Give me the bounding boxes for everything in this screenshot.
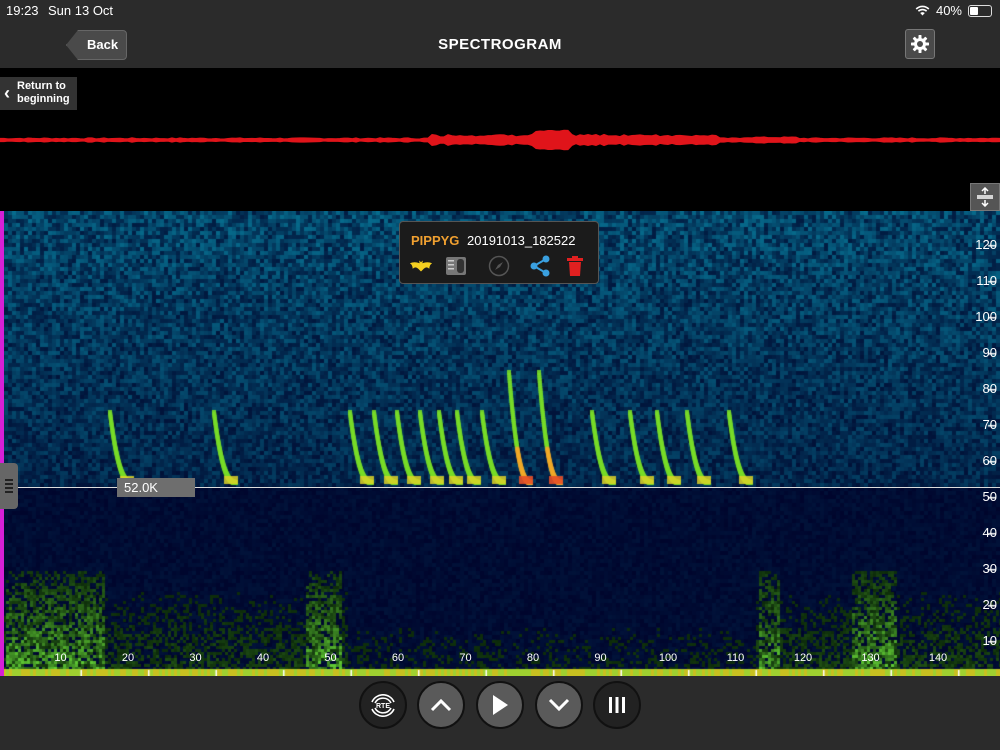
frequency-tick-label: 110: [976, 273, 997, 288]
waveform-trace: [0, 129, 1000, 151]
species-code: PIPPYG: [411, 233, 460, 248]
frequency-marker-handle[interactable]: [0, 463, 18, 509]
columns-icon: [609, 697, 625, 713]
frequency-tick-label: 30: [982, 561, 997, 576]
waveform-overview[interactable]: [0, 68, 1000, 211]
time-tick-label: 130: [861, 652, 880, 664]
metadata-icon[interactable]: [444, 255, 468, 277]
time-tick-label: 90: [594, 652, 607, 664]
time-tick-label: 80: [526, 652, 540, 664]
status-right: 40%: [915, 3, 992, 18]
frequency-tick-label: 90: [982, 345, 997, 360]
battery-icon: [968, 4, 992, 17]
return-label-line1: Return to: [17, 80, 66, 92]
chevron-up-icon: [430, 698, 452, 712]
time-tick-label: 120: [793, 652, 813, 664]
time-tick-label: 100: [658, 652, 678, 664]
columns-view-button[interactable]: [593, 681, 641, 729]
frequency-tick-label: 100: [975, 309, 997, 324]
frequency-tick-label: 40: [982, 525, 997, 540]
time-tick-label: 40: [256, 652, 270, 664]
playback-controls: RTE: [0, 676, 1000, 750]
chevron-left-icon: ‹: [4, 83, 10, 103]
nav-bar: Back SPECTROGRAM: [0, 20, 1000, 68]
rte-button[interactable]: RTE: [359, 681, 407, 729]
return-label-line2: beginning: [17, 93, 70, 105]
frequency-tick-label: 60: [982, 453, 997, 468]
wifi-icon: [915, 5, 930, 16]
status-bar: 19:23 Sun 13 Oct 40%: [0, 0, 1000, 20]
playback-cursor: [0, 211, 4, 676]
previous-up-button[interactable]: [417, 681, 465, 729]
play-button[interactable]: [476, 681, 524, 729]
expand-vertical-icon: [977, 187, 993, 207]
time-tick-label: 30: [189, 652, 202, 664]
play-icon: [493, 695, 508, 715]
trash-icon[interactable]: [563, 255, 587, 277]
frequency-tick-label: 10: [982, 633, 997, 648]
rte-label: RTE: [376, 703, 390, 710]
compass-icon[interactable]: [487, 255, 511, 277]
battery-percent: 40%: [935, 3, 962, 18]
vertical-scale-button[interactable]: [970, 183, 1000, 211]
recording-filename: 20191013_182522: [467, 233, 576, 248]
frequency-tick-label: 120: [975, 237, 997, 252]
time-tick-label: 60: [391, 652, 405, 664]
frequency-tick-label: 70: [982, 417, 997, 432]
frequency-marker-label: 52.0K: [117, 478, 195, 497]
time-tick-label: 50: [324, 652, 337, 664]
status-time: 19:23: [6, 3, 39, 18]
gear-icon: [911, 35, 929, 53]
recording-info-popup: PIPPYG 20191013_182522: [399, 221, 599, 284]
frequency-tick-label: 20: [982, 597, 997, 612]
time-tick-label: 20: [121, 652, 135, 664]
time-tick-label: 10: [54, 652, 67, 664]
settings-button[interactable]: [905, 29, 935, 59]
time-tick-label: 110: [726, 652, 745, 664]
rte-icon: RTE: [371, 694, 395, 717]
time-tick-label: 70: [459, 652, 472, 664]
drag-handle-icon: [5, 477, 13, 495]
return-to-beginning-button[interactable]: ‹ Return to beginning: [0, 77, 77, 110]
time-tick-label: 140: [928, 652, 948, 664]
bat-icon[interactable]: [409, 255, 433, 277]
frequency-tick-label: 50: [982, 489, 997, 504]
chevron-down-icon: [548, 698, 570, 712]
page-title: SPECTROGRAM: [438, 36, 562, 53]
status-date: Sun 13 Oct: [48, 3, 114, 18]
frequency-tick-label: 80: [982, 381, 997, 396]
share-icon[interactable]: [528, 255, 552, 277]
next-down-button[interactable]: [535, 681, 583, 729]
